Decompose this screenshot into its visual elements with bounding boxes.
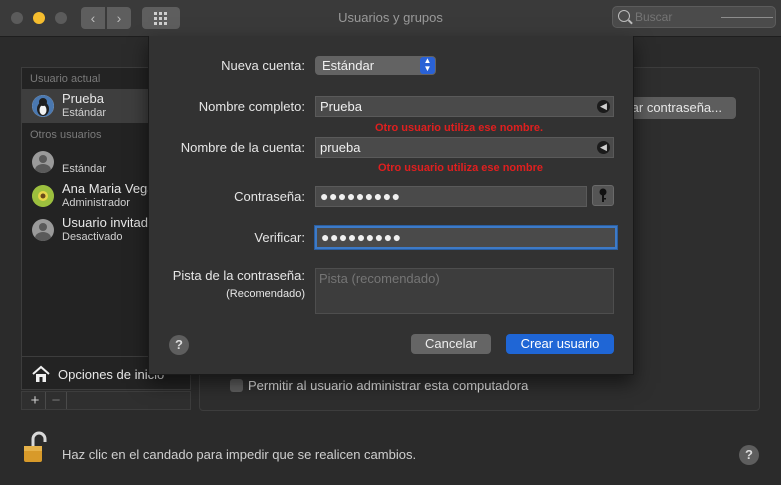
password-label: Contraseña: xyxy=(234,189,305,204)
account-name-error: Otro usuario utiliza ese nombre xyxy=(378,162,544,174)
account-type-value: Estándar xyxy=(322,58,375,73)
penguin-avatar-icon xyxy=(32,95,54,117)
verify-dots: ●●●●●●●●● xyxy=(321,229,402,245)
account-name-field[interactable]: ◀ xyxy=(315,137,614,158)
password-assistant-button[interactable] xyxy=(592,185,614,206)
full-name-input[interactable] xyxy=(320,99,580,114)
user-silhouette-icon xyxy=(32,151,54,173)
verify-label: Verificar: xyxy=(254,230,305,245)
other-users-header: Otros usuarios xyxy=(30,129,102,141)
house-icon xyxy=(32,365,50,382)
clear-arrow-icon[interactable]: ◀ xyxy=(597,100,610,113)
avatar xyxy=(32,95,54,117)
password-hint-input[interactable] xyxy=(319,271,609,309)
search-divider xyxy=(721,17,773,18)
change-password-label: Cambiar contraseña... xyxy=(630,100,722,115)
change-password-button[interactable]: Cambiar contraseña... xyxy=(630,97,736,119)
new-account-sheet: Nueva cuenta: Estándar ▲ ▼ Nombre complet… xyxy=(148,36,634,375)
remove-user-button[interactable]: − xyxy=(46,392,67,409)
search-icon xyxy=(618,10,630,22)
cancel-button[interactable]: Cancelar xyxy=(411,334,491,354)
help-button[interactable]: ? xyxy=(739,445,759,465)
key-icon xyxy=(599,188,607,202)
padlock-open-icon[interactable] xyxy=(22,430,48,464)
clear-arrow-icon[interactable]: ◀ xyxy=(597,141,610,154)
user-name: Usuario invitado xyxy=(62,215,156,230)
password-dots: ●●●●●●●●● xyxy=(320,188,401,204)
account-name-input[interactable] xyxy=(320,140,580,155)
user-role: Estándar xyxy=(62,107,107,119)
user-role: Estándar xyxy=(62,163,107,175)
user-silhouette-icon xyxy=(32,219,54,241)
user-name: Prueba xyxy=(62,91,104,106)
allow-admin-checkbox[interactable] xyxy=(230,379,243,392)
hint-sublabel: (Recomendado) xyxy=(226,288,305,300)
chevron-updown-icon: ▲ ▼ xyxy=(420,57,435,74)
password-hint-field[interactable] xyxy=(315,268,614,314)
hint-label: Pista de la contraseña: xyxy=(172,268,305,283)
allow-admin-label: Permitir al usuario administrar esta com… xyxy=(248,378,529,393)
password-field[interactable]: ●●●●●●●●● xyxy=(315,186,587,207)
account-name-label: Nombre de la cuenta: xyxy=(180,140,305,155)
add-remove-bar: + − xyxy=(21,391,191,410)
flower-avatar-icon xyxy=(32,185,54,207)
new-account-label: Nueva cuenta: xyxy=(221,58,305,73)
verify-field[interactable]: ●●●●●●●●● xyxy=(315,226,617,249)
search-field[interactable] xyxy=(612,6,776,28)
user-name: Ana Maria Vega xyxy=(62,181,155,196)
full-name-field[interactable]: ◀ xyxy=(315,96,614,117)
title-bar: ‹ › Usuarios y grupos xyxy=(0,0,781,37)
current-user-header: Usuario actual xyxy=(30,73,101,85)
create-user-button[interactable]: Crear usuario xyxy=(506,334,614,354)
user-role: Desactivado xyxy=(62,231,123,243)
lock-message: Haz clic en el candado para impedir que … xyxy=(62,447,417,462)
add-user-button[interactable]: + xyxy=(25,392,46,409)
search-input[interactable] xyxy=(635,9,715,25)
account-type-popup[interactable]: Estándar ▲ ▼ xyxy=(315,56,436,75)
full-name-label: Nombre completo: xyxy=(198,99,305,114)
user-role: Administrador xyxy=(62,197,130,209)
full-name-error: Otro usuario utiliza ese nombre. xyxy=(375,122,544,134)
sheet-help-button[interactable]: ? xyxy=(169,335,189,355)
